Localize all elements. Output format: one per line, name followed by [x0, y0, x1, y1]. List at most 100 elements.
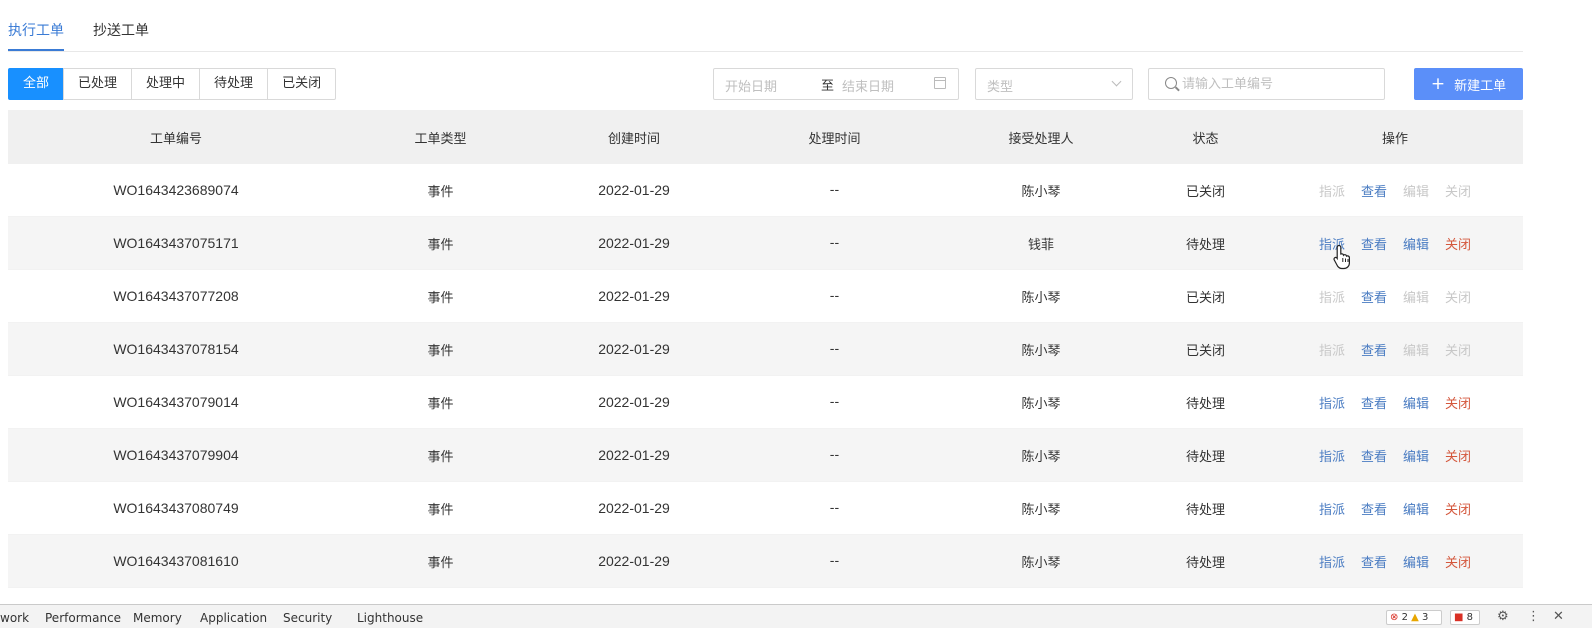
devtools-error-warning-badge[interactable]: ⊗ 2 ▲ 3 — [1386, 610, 1442, 625]
gear-icon[interactable]: ⚙ — [1497, 609, 1509, 624]
cell-actions: 指派 查看 编辑 关闭 — [1267, 429, 1523, 481]
devtools-tab-application[interactable]: Application — [200, 611, 267, 625]
cell-order-type: 事件 — [427, 237, 454, 253]
close-action-link[interactable]: 关闭 — [1445, 552, 1471, 571]
table-row: WO1643437077208 事件 2022-01-29 -- 陈小琴 已关闭 指派 查看编… — [8, 270, 1523, 323]
cell-order-type: 事件 — [427, 502, 454, 518]
view-action-link[interactable]: 查看 — [1361, 552, 1387, 571]
cell-order-type: 事件 — [427, 555, 454, 571]
table-row: WO1643437075171 事件 2022-01-29 -- 钱菲 待处理 指派 查看 编辑… — [8, 217, 1523, 270]
view-action-link[interactable]: 查看 — [1361, 181, 1387, 200]
cell-actions: 指派 查看 编辑 关闭 — [1267, 164, 1523, 216]
close-action-link[interactable]: 关闭 — [1445, 499, 1471, 518]
cell-actions: 指派 查看 编辑 关闭 — [1267, 376, 1523, 428]
close-icon[interactable]: ✕ — [1553, 609, 1564, 624]
devtools-tab-network[interactable]: work — [0, 611, 29, 625]
hand-cursor-icon — [1333, 244, 1350, 270]
new-order-button[interactable]: + 新建工单 — [1414, 68, 1523, 100]
edit-action-link[interactable]: 编辑 — [1403, 393, 1429, 412]
filter-pending-button[interactable]: 待处理 — [199, 68, 269, 100]
cell-assignee: 陈小琴 — [1021, 184, 1061, 200]
view-action-link[interactable]: 查看 — [1361, 340, 1387, 359]
cell-created-date: 2022-01-29 — [598, 553, 670, 569]
close-action-link[interactable]: 关闭 — [1445, 234, 1471, 253]
cell-assignee: 陈小琴 — [1021, 290, 1061, 306]
new-order-button-label: 新建工单 — [1454, 78, 1507, 94]
devtools-issues-badge[interactable]: ■ 8 — [1450, 610, 1480, 625]
cell-handled-time: -- — [829, 341, 840, 357]
close-action-link: 关闭 — [1445, 290, 1472, 306]
view-action-link[interactable]: 查看 — [1361, 446, 1387, 465]
devtools-tab-security[interactable]: Security — [283, 611, 332, 625]
devtools-tab-memory[interactable]: Memory — [133, 611, 182, 625]
cell-created-date: 2022-01-29 — [598, 500, 670, 516]
more-options-icon[interactable]: ⋮ — [1527, 609, 1540, 624]
tab-bar: 执行工单 抄送工单 — [8, 0, 1523, 52]
cell-status: 待处理 — [1185, 449, 1225, 465]
view-action-link[interactable]: 查看 — [1361, 393, 1387, 412]
table-row: WO1643423689074 事件 2022-01-29 -- 陈小琴 已关闭 指派 查看编… — [8, 164, 1523, 217]
cell-actions: 指派 查看 编辑 关闭 — [1267, 323, 1523, 375]
cell-created-date: 2022-01-29 — [598, 394, 670, 410]
work-order-app: 执行工单 抄送工单 全部 已处理 处理中 待处理 已关闭 开始日期 至 结束日期… — [0, 0, 1592, 604]
cell-actions: 指派 查看 编辑 关闭 — [1267, 270, 1523, 322]
edit-action-link: 编辑 — [1403, 290, 1430, 306]
column-header-created: 创建时间 — [607, 131, 660, 147]
work-order-table: 工单编号 工单类型 创建时间 处理时间 接受处理人 状态 操作 WO164342… — [8, 110, 1523, 588]
issues-count: 8 — [1466, 612, 1474, 623]
close-action-link: 关闭 — [1445, 343, 1472, 359]
type-select[interactable]: 类型 — [975, 68, 1133, 100]
cell-handled-time: -- — [829, 553, 840, 569]
cell-assignee: 陈小琴 — [1021, 343, 1061, 359]
close-action-link[interactable]: 关闭 — [1445, 446, 1471, 465]
view-action-link[interactable]: 查看 — [1361, 499, 1387, 518]
devtools-tab-performance[interactable]: Performance — [45, 611, 121, 625]
filter-processing-button[interactable]: 处理中 — [131, 68, 201, 100]
tab-cc-orders[interactable]: 抄送工单 — [93, 20, 149, 51]
edit-action-link[interactable]: 编辑 — [1403, 499, 1429, 518]
assign-action-link[interactable]: 指派 — [1319, 499, 1345, 518]
date-start-input[interactable]: 开始日期 — [725, 76, 777, 95]
assign-action-link[interactable]: 指派 — [1319, 552, 1345, 571]
devtools-bar: work Performance Memory Application Secu… — [0, 604, 1592, 628]
filter-all-button[interactable]: 全部 — [8, 68, 65, 100]
error-icon: ⊗ — [1390, 612, 1399, 623]
cell-status: 待处理 — [1185, 237, 1225, 253]
cell-status: 待处理 — [1185, 502, 1225, 518]
cell-order-id: WO1643437079904 — [113, 447, 239, 463]
warning-count: 3 — [1422, 612, 1429, 623]
assign-action-link[interactable]: 指派 — [1319, 446, 1345, 465]
cell-status: 已关闭 — [1185, 343, 1225, 359]
cell-handled-time: -- — [829, 500, 840, 516]
view-action-link[interactable]: 查看 — [1361, 234, 1387, 253]
edit-action-link[interactable]: 编辑 — [1403, 234, 1429, 253]
edit-action-link[interactable]: 编辑 — [1403, 552, 1429, 571]
column-header-type: 工单类型 — [414, 131, 467, 147]
date-end-input[interactable]: 结束日期 — [842, 76, 894, 95]
cell-status: 已关闭 — [1185, 184, 1225, 200]
filter-closed-button[interactable]: 已关闭 — [267, 68, 337, 100]
column-header-actions: 操作 — [1381, 131, 1408, 147]
cell-status: 待处理 — [1185, 396, 1225, 412]
date-range-picker[interactable]: 开始日期 至 结束日期 — [713, 68, 959, 100]
edit-action-link[interactable]: 编辑 — [1403, 446, 1429, 465]
cell-assignee: 陈小琴 — [1021, 396, 1061, 412]
view-action-link[interactable]: 查看 — [1361, 287, 1387, 306]
filter-processed-button[interactable]: 已处理 — [63, 68, 133, 100]
cell-status: 待处理 — [1185, 555, 1225, 571]
tab-execute-orders[interactable]: 执行工单 — [8, 20, 64, 51]
close-action-link: 关闭 — [1445, 184, 1472, 200]
assign-action-link: 指派 — [1318, 343, 1345, 359]
cell-order-type: 事件 — [427, 343, 454, 359]
cell-actions: 指派 查看 编辑 关闭 — [1267, 217, 1523, 269]
table-row: WO1643437079014 事件 2022-01-29 -- 陈小琴 待处理 指派 查看编… — [8, 376, 1523, 429]
assign-action-link: 指派 — [1318, 184, 1345, 200]
search-box — [1148, 68, 1385, 100]
cell-handled-time: -- — [829, 447, 840, 463]
assign-action-link[interactable]: 指派 — [1319, 393, 1345, 412]
cell-status: 已关闭 — [1185, 290, 1225, 306]
search-input[interactable] — [1182, 74, 1377, 94]
cell-created-date: 2022-01-29 — [598, 235, 670, 251]
close-action-link[interactable]: 关闭 — [1445, 393, 1471, 412]
devtools-tab-lighthouse[interactable]: Lighthouse — [357, 611, 423, 625]
